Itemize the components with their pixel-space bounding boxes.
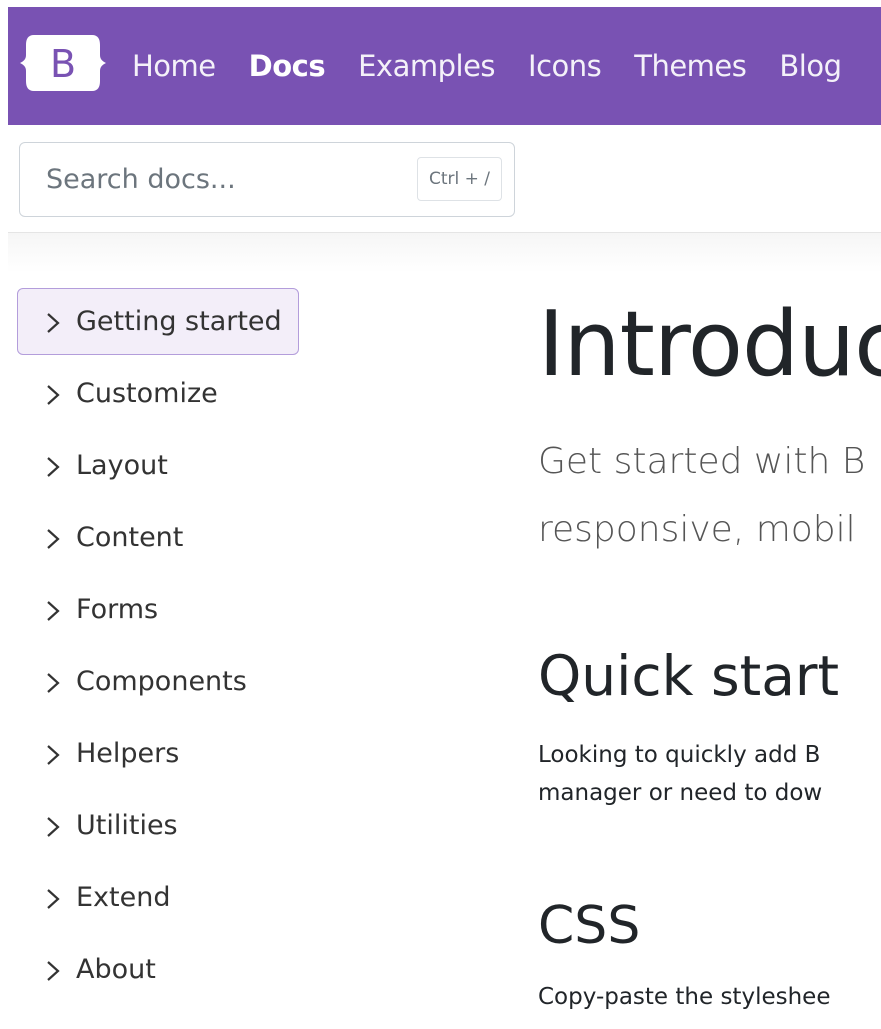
sidebar-item-layout[interactable]: Layout [17,432,185,499]
sidebar-item-label: Layout [76,450,168,481]
main-content: Introduc Get started with B responsive, … [538,0,881,1029]
paragraph-line: Copy-paste the styleshee [538,984,831,1010]
chevron-right-icon [46,744,60,765]
sidebar-item-label: Content [76,522,184,553]
nav-link-docs[interactable]: Docs [249,49,326,83]
svg-text:B: B [50,42,76,86]
chevron-right-icon [46,672,60,693]
sidebar-item-components[interactable]: Components [17,648,264,715]
page-title: Introduc [538,292,881,397]
sidebar-item-label: Components [76,666,247,697]
chevron-right-icon [46,456,60,477]
sidebar-item-customize[interactable]: Customize [17,360,235,427]
sidebar-item-label: About [76,954,156,985]
sidebar-item-forms[interactable]: Forms [17,576,175,643]
search-shortcut-badge: Ctrl + / [416,157,502,201]
quick-start-heading: Quick start [538,644,840,708]
chevron-right-icon [46,384,60,405]
search-box: Ctrl + / [19,142,515,217]
quick-start-paragraph: Looking to quickly add B manager or need… [538,736,881,812]
docs-sidebar: Getting started Customize Layout Content… [17,288,317,1008]
sidebar-item-label: Customize [76,378,218,409]
paragraph-line: Looking to quickly add B [538,742,821,768]
sidebar-item-label: Forms [76,594,159,625]
lead-line: Get started with B [538,441,866,482]
nav-link-home[interactable]: Home [132,49,216,83]
lead-line: responsive, mobil [538,509,856,550]
sidebar-item-label: Extend [76,882,171,913]
bootstrap-logo[interactable]: B [20,31,106,95]
lead-paragraph: Get started with B responsive, mobil [538,428,881,564]
search-input[interactable] [20,143,400,216]
sidebar-item-utilities[interactable]: Utilities [17,792,195,859]
nav-link-examples[interactable]: Examples [358,49,495,83]
chevron-right-icon [46,816,60,837]
sidebar-item-helpers[interactable]: Helpers [17,720,196,787]
sidebar-item-extend[interactable]: Extend [17,864,188,931]
chevron-right-icon [46,888,60,909]
sidebar-item-label: Helpers [76,738,180,769]
sidebar-item-label: Getting started [76,306,282,337]
css-heading: CSS [538,896,641,956]
sidebar-item-about[interactable]: About [17,936,173,1003]
chevron-right-icon [46,528,60,549]
paragraph-line: manager or need to dow [538,780,823,806]
bootstrap-logo-icon: B [20,35,106,91]
sidebar-item-getting-started[interactable]: Getting started [17,288,299,355]
css-paragraph: Copy-paste the styleshee [538,978,881,1016]
chevron-right-icon [46,600,60,621]
chevron-right-icon [46,312,60,333]
sidebar-item-content[interactable]: Content [17,504,200,571]
chevron-right-icon [46,960,60,981]
sidebar-item-label: Utilities [76,810,178,841]
